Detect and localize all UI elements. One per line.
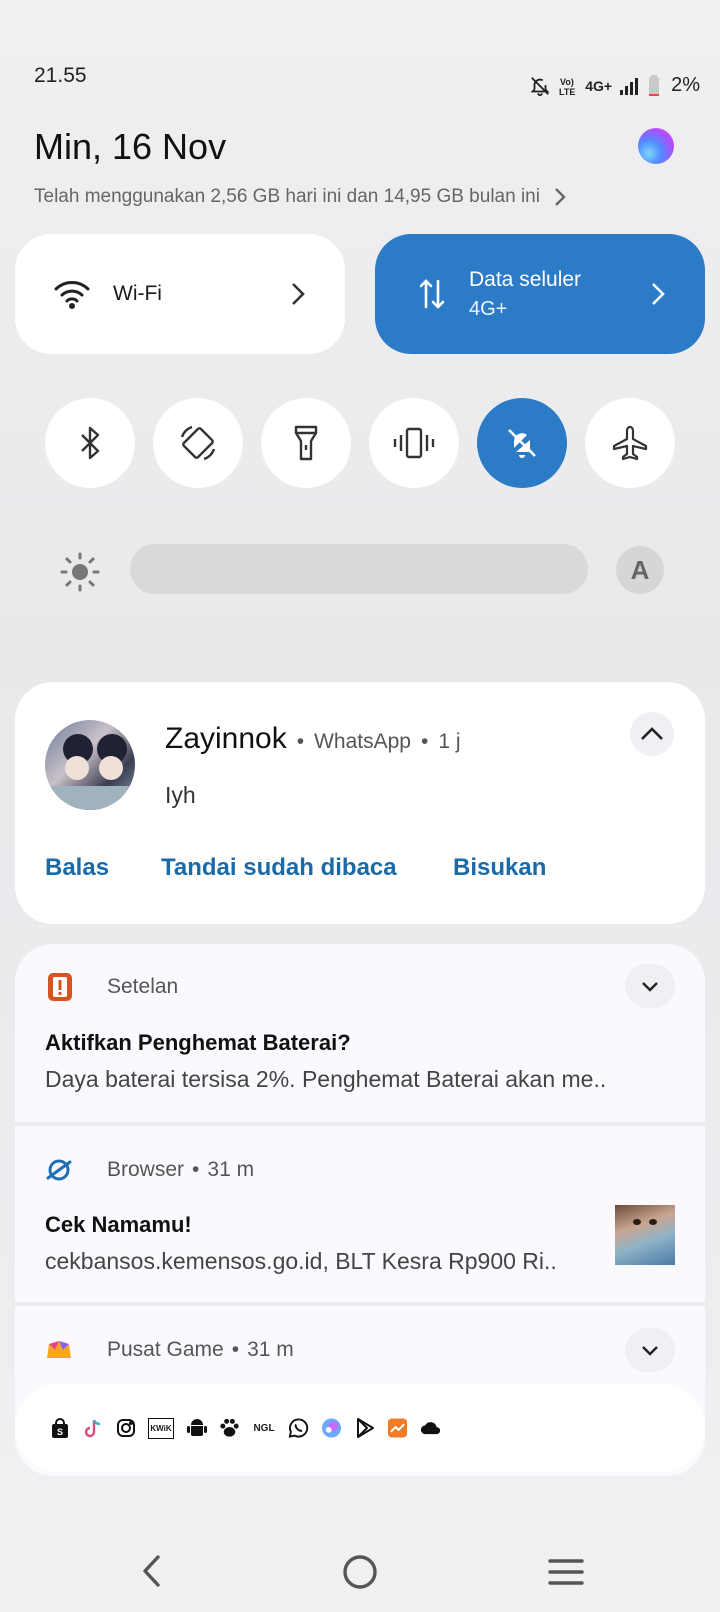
paw-icon xyxy=(219,1418,240,1439)
reply-button[interactable]: Balas xyxy=(45,854,109,882)
mobile-data-label: Data seluler xyxy=(469,267,582,291)
home-icon[interactable] xyxy=(342,1554,378,1590)
wifi-icon xyxy=(54,281,90,309)
crown-icon xyxy=(47,1341,71,1358)
game-app-row: Pusat Game • 31 m xyxy=(45,1338,294,1362)
collapse-button[interactable] xyxy=(630,712,674,756)
orange-app-icon xyxy=(387,1418,408,1439)
battery-icon xyxy=(649,74,660,96)
battery-percent: 2% xyxy=(671,74,700,96)
auto-brightness-button[interactable]: A xyxy=(616,546,664,594)
browser-time: 31 m xyxy=(207,1158,255,1181)
chevron-right-icon xyxy=(555,188,566,206)
sender-name: Zayinnok xyxy=(165,722,287,755)
notification-time: 1 j xyxy=(438,730,461,753)
silent-mode-toggle[interactable] xyxy=(477,398,567,488)
browser-app-row: Browser • 31 m xyxy=(45,1156,254,1184)
data-usage-link[interactable]: Telah menggunakan 2,56 GB hari ini dan 1… xyxy=(34,186,566,208)
mute-button[interactable]: Bisukan xyxy=(453,854,546,882)
svg-text:S: S xyxy=(57,1427,63,1437)
app-name: WhatsApp xyxy=(314,730,411,753)
assistant-orb-icon[interactable] xyxy=(638,128,674,164)
svg-text:LTE: LTE xyxy=(559,87,575,97)
wifi-label: Wi-Fi xyxy=(113,282,162,305)
game-time: 31 m xyxy=(247,1338,294,1361)
ngl-icon: NGL xyxy=(253,1422,275,1434)
data-usage-text: Telah menggunakan 2,56 GB hari ini dan 1… xyxy=(34,186,540,207)
network-type: 4G+ xyxy=(585,77,613,94)
browser-icon xyxy=(46,1159,72,1181)
vibrate-icon xyxy=(393,427,435,459)
airplane-icon xyxy=(612,425,648,461)
status-time: 21.55 xyxy=(34,64,87,87)
android-icon xyxy=(186,1418,207,1439)
bluetooth-toggle[interactable] xyxy=(45,398,135,488)
settings-body: Daya baterai tersisa 2%. Penghemat Bater… xyxy=(45,1066,607,1092)
auto-rotate-icon xyxy=(180,425,216,461)
kwik-icon: KWiK xyxy=(148,1417,174,1439)
vibrate-toggle[interactable] xyxy=(369,398,459,488)
back-icon[interactable] xyxy=(140,1554,164,1588)
mobile-data-text: Data seluler 4G+ xyxy=(469,268,581,321)
alarm-off-icon xyxy=(530,76,550,96)
play-store-icon xyxy=(354,1418,375,1439)
mark-read-button[interactable]: Tandai sudah dibaca xyxy=(161,854,397,882)
battery-alert-icon xyxy=(48,973,72,1001)
thumbnail-image xyxy=(615,1205,675,1265)
whatsapp-header: Zayinnok • WhatsApp • 1 j xyxy=(165,722,461,755)
wifi-tile[interactable]: Wi-Fi xyxy=(15,234,345,354)
menu-icon[interactable] xyxy=(548,1558,584,1586)
bluetooth-icon xyxy=(81,426,100,460)
svg-text:Vo): Vo) xyxy=(560,77,574,87)
brightness-icon xyxy=(60,552,100,592)
message-text: Iyh xyxy=(165,782,196,808)
airplane-toggle[interactable] xyxy=(585,398,675,488)
volte-icon: Vo) LTE xyxy=(559,77,575,97)
instagram-icon xyxy=(115,1418,136,1439)
expand-button[interactable] xyxy=(625,1328,675,1372)
browser-title: Cek Namamu! xyxy=(45,1212,192,1237)
status-icons: Vo) LTE 4G+ 2% xyxy=(529,74,700,97)
tiktok-icon xyxy=(82,1418,103,1439)
signal-icon xyxy=(620,77,639,95)
chevron-right-icon xyxy=(652,283,665,305)
flashlight-icon xyxy=(294,425,318,461)
navigation-bar xyxy=(0,1546,720,1596)
chat-bot-icon xyxy=(321,1418,342,1439)
app-icon-bar[interactable]: S KWiK NGL xyxy=(15,1384,705,1472)
settings-app-row: Setelan xyxy=(45,972,178,1002)
chevron-up-icon xyxy=(641,727,663,740)
settings-app-name: Setelan xyxy=(107,975,179,998)
game-app-name: Pusat Game xyxy=(107,1338,224,1361)
brightness-slider[interactable] xyxy=(130,544,588,594)
cloud-icon xyxy=(420,1418,441,1439)
chevron-down-icon xyxy=(642,1345,658,1356)
auto-rotate-toggle[interactable] xyxy=(153,398,243,488)
data-transfer-icon xyxy=(419,279,445,309)
browser-body: cekbansos.kemensos.go.id, BLT Kesra Rp90… xyxy=(45,1248,557,1274)
whatsapp-icon xyxy=(288,1418,309,1439)
flashlight-toggle[interactable] xyxy=(261,398,351,488)
chevron-down-icon xyxy=(642,981,658,992)
expand-button[interactable] xyxy=(625,964,675,1008)
avatar xyxy=(45,720,135,810)
mobile-data-tile[interactable]: Data seluler 4G+ xyxy=(375,234,705,354)
settings-title: Aktifkan Penghemat Baterai? xyxy=(45,1030,351,1055)
shopping-bag-icon: S xyxy=(49,1417,70,1439)
silent-bell-icon xyxy=(508,429,536,458)
date: Min, 16 Nov xyxy=(34,126,227,167)
chevron-right-icon xyxy=(292,283,305,305)
mobile-data-type: 4G+ xyxy=(469,297,508,320)
browser-app-name: Browser xyxy=(107,1158,185,1181)
